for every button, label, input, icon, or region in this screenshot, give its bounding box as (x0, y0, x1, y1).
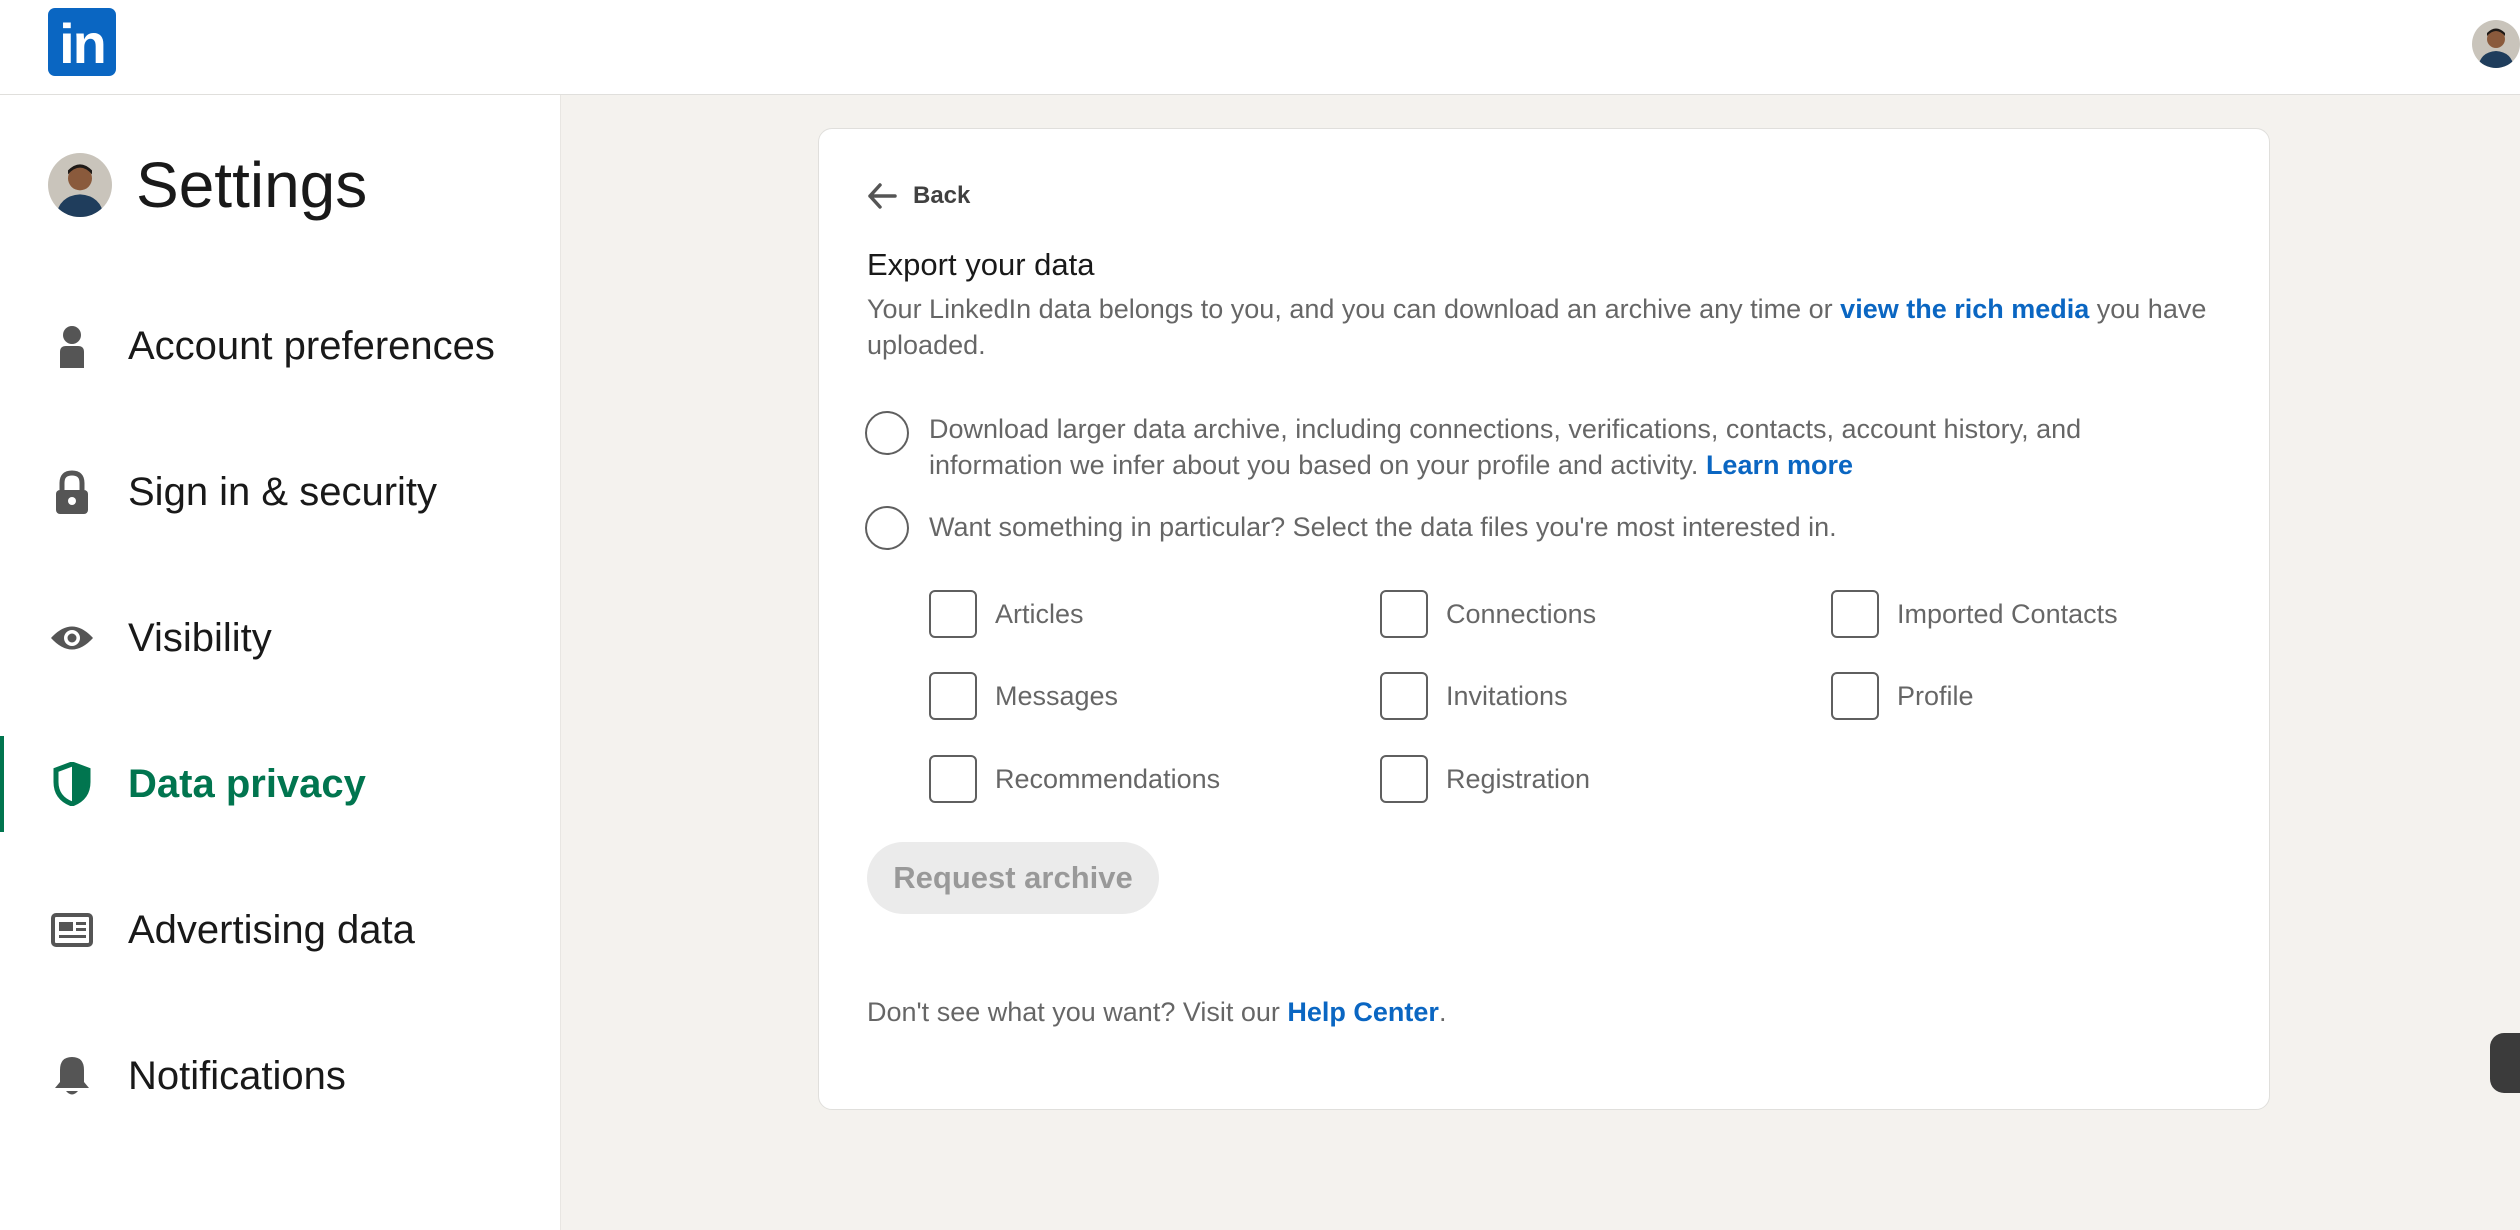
intro-text: Your LinkedIn data belongs to you, and y… (867, 291, 2227, 363)
request-archive-button[interactable]: Request archive (867, 842, 1159, 914)
help-footer: Don't see what you want? Visit our Help … (867, 997, 1446, 1028)
checkbox-articles[interactable]: Articles (929, 590, 1084, 638)
sidebar-item-label: Notifications (128, 1053, 346, 1098)
profile-photo-icon (2472, 20, 2520, 68)
checkbox-label: Registration (1446, 763, 1591, 794)
checkbox-label: Recommendations (995, 763, 1221, 794)
checkbox-box[interactable] (929, 672, 977, 720)
sidebar-item-account-preferences[interactable]: Account preferences (0, 298, 560, 394)
option-specific-files: Want something in particular? Select the… (865, 506, 2189, 550)
section-title: Export your data (867, 247, 1095, 282)
sidebar-item-label: Visibility (128, 615, 272, 660)
avatar (48, 153, 112, 217)
checkbox-label: Connections (1446, 598, 1597, 629)
sidebar-item-label: Account preferences (128, 323, 495, 368)
lock-icon (48, 468, 96, 516)
sidebar-item-label: Advertising data (128, 907, 415, 952)
sidebar-item-visibility[interactable]: Visibility (0, 590, 560, 686)
checkbox-label: Articles (995, 598, 1084, 629)
checkbox-messages[interactable]: Messages (929, 672, 1118, 720)
checkbox-box[interactable] (929, 590, 977, 638)
profile-photo-icon (48, 153, 112, 217)
checkbox-label: Messages (995, 680, 1119, 711)
back-button[interactable]: Back (867, 175, 970, 217)
intro-text-start: Your LinkedIn data belongs to you, and y… (867, 294, 1841, 324)
view-rich-media-link[interactable]: view the rich media (1840, 294, 2089, 324)
linkedin-logo[interactable]: in (48, 8, 116, 76)
checkbox-registration[interactable]: Registration (1380, 755, 1590, 803)
specific-files-radio[interactable] (865, 506, 909, 550)
option-full-archive: Download larger data archive, including … (865, 411, 2189, 483)
avatar[interactable] (2472, 20, 2520, 68)
bell-icon (48, 1052, 96, 1100)
shield-icon (48, 760, 96, 808)
sidebar-item-notifications[interactable]: Notifications (0, 1028, 560, 1124)
checkbox-box[interactable] (1380, 755, 1428, 803)
checkbox-invitations[interactable]: Invitations (1380, 672, 1568, 720)
checkbox-connections[interactable]: Connections (1380, 590, 1596, 638)
full-archive-radio[interactable] (865, 411, 909, 455)
export-data-card: Back Export your data Your LinkedIn data… (818, 128, 2270, 1110)
page-title: Settings (136, 149, 368, 221)
help-footer-text: Don't see what you want? Visit our (867, 997, 1288, 1027)
settings-sidebar: Settings Account preferences Sign in & s… (0, 95, 561, 1230)
settings-header: Settings (48, 149, 367, 221)
help-footer-period: . (1438, 997, 1447, 1027)
help-center-link[interactable]: Help Center (1287, 997, 1439, 1027)
sidebar-item-sign-in-security[interactable]: Sign in & security (0, 444, 560, 540)
checkbox-box[interactable] (1380, 672, 1428, 720)
checkbox-box[interactable] (1380, 590, 1428, 638)
checkbox-label: Imported Contacts (1897, 598, 2118, 629)
back-label: Back (913, 182, 971, 209)
sidebar-item-label: Data privacy (128, 761, 366, 806)
newspaper-icon (48, 906, 96, 954)
top-navigation-bar: in (0, 0, 2520, 95)
checkbox-box[interactable] (1831, 672, 1879, 720)
sidebar-item-data-privacy[interactable]: Data privacy (0, 736, 560, 832)
specific-files-description: Want something in particular? Select the… (929, 512, 1837, 542)
eye-icon (48, 614, 96, 662)
checkbox-box[interactable] (929, 755, 977, 803)
checkbox-label: Profile (1897, 680, 1974, 711)
checkbox-box[interactable] (1831, 590, 1879, 638)
checkbox-label: Invitations (1446, 680, 1568, 711)
checkbox-profile[interactable]: Profile (1831, 672, 1974, 720)
arrow-left-icon (868, 183, 897, 209)
feedback-tab[interactable] (2490, 1033, 2520, 1093)
checkbox-imported-contacts[interactable]: Imported Contacts (1831, 590, 2118, 638)
sidebar-item-label: Sign in & security (128, 469, 438, 514)
learn-more-link[interactable]: Learn more (1706, 450, 1853, 480)
full-archive-description: Download larger data archive, including … (929, 411, 2189, 483)
full-archive-text: Download larger data archive, including … (929, 414, 2082, 480)
checkbox-recommendations[interactable]: Recommendations (929, 755, 1220, 803)
sidebar-item-advertising-data[interactable]: Advertising data (0, 882, 560, 978)
person-icon (48, 322, 96, 370)
